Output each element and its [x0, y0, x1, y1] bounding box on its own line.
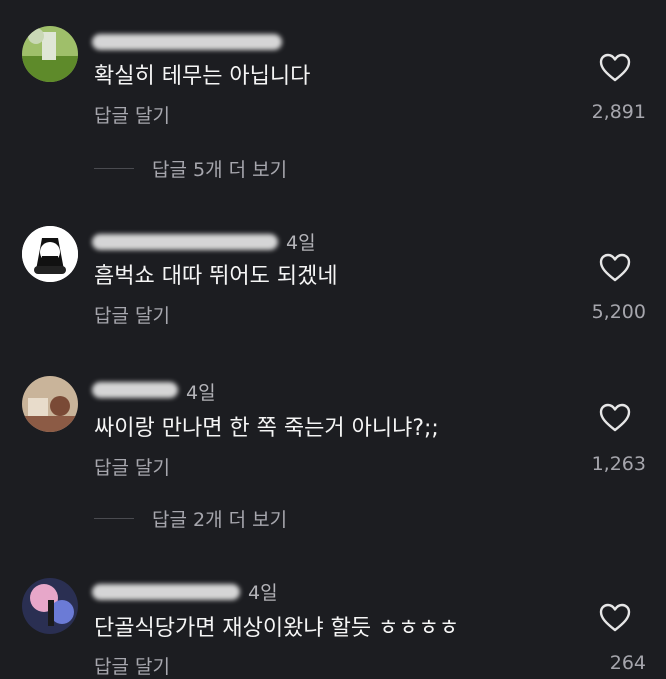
like-button[interactable]	[598, 402, 634, 434]
avatar[interactable]	[22, 578, 78, 634]
username-redacted[interactable]	[92, 234, 278, 250]
view-more-replies[interactable]: 답글 5개 더 보기	[94, 154, 287, 182]
like-button[interactable]	[598, 252, 634, 284]
like-count: 264	[609, 652, 646, 674]
divider-line	[94, 517, 134, 519]
comment-time: 4일	[186, 382, 216, 404]
comment-item: 4일 단골식당가면 재상이왔냐 할듯 ㅎㅎㅎㅎ 답글 달기 264	[0, 552, 666, 678]
comment-text: 확실히 테무는 아닙니다	[94, 64, 311, 89]
view-more-replies-label: 답글 5개 더 보기	[152, 158, 288, 181]
reply-button[interactable]: 답글 달기	[94, 453, 170, 480]
comment-item: 4일 흠벅쇼 대따 뛰어도 되겠네 답글 달기 5,200	[0, 200, 666, 360]
heart-icon	[599, 53, 631, 82]
comment-time: 4일	[248, 582, 278, 604]
avatar[interactable]	[22, 226, 78, 282]
username-redacted[interactable]	[92, 382, 178, 398]
heart-icon	[599, 253, 631, 282]
reply-button[interactable]: 답글 달기	[94, 301, 170, 328]
reply-button[interactable]: 답글 달기	[94, 652, 170, 679]
heart-icon	[599, 603, 631, 632]
username-redacted[interactable]	[92, 34, 282, 50]
view-more-replies-label: 답글 2개 더 보기	[152, 508, 288, 531]
like-button[interactable]	[598, 52, 634, 84]
avatar[interactable]	[22, 26, 78, 82]
comment-text: 흠벅쇼 대따 뛰어도 되겠네	[94, 264, 338, 289]
like-button[interactable]	[598, 602, 634, 634]
divider-line	[94, 167, 134, 169]
comment-text: 단골식당가면 재상이왔냐 할듯 ㅎㅎㅎㅎ	[94, 616, 460, 641]
avatar[interactable]	[22, 376, 78, 432]
view-more-replies[interactable]: 답글 2개 더 보기	[94, 504, 287, 532]
heart-icon	[599, 403, 631, 432]
reply-button[interactable]: 답글 달기	[94, 101, 170, 128]
like-count: 2,891	[591, 101, 646, 123]
username-redacted[interactable]	[92, 584, 240, 600]
comment-item: 4일 싸이랑 만나면 한 쪽 죽는거 아니냐?;; 답글 달기 1,263 답글…	[0, 350, 666, 560]
like-count: 1,263	[591, 453, 646, 475]
comment-text: 싸이랑 만나면 한 쪽 죽는거 아니냐?;;	[94, 416, 439, 441]
comment-item: 확실히 테무는 아닙니다 답글 달기 2,891 답글 5개 더 보기	[0, 0, 666, 200]
like-count: 5,200	[591, 301, 646, 323]
comment-time: 4일	[286, 232, 316, 254]
